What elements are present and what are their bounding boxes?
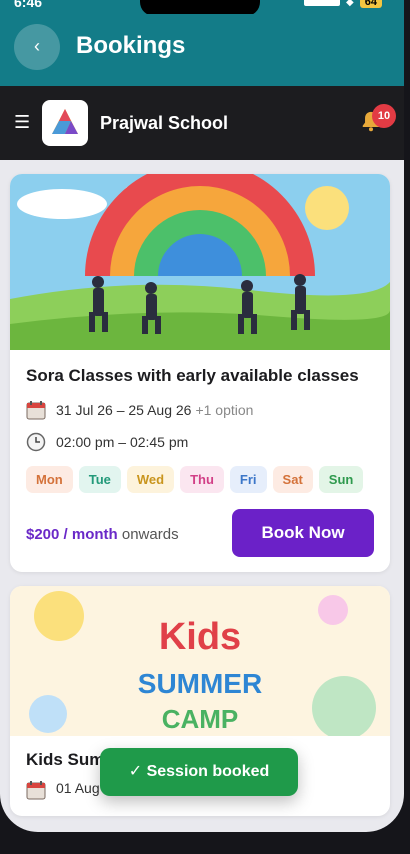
day-chip-wed: Wed [126,466,175,493]
menu-icon[interactable]: ☰ [14,113,30,131]
class-title: Sora Classes with early available classe… [26,366,359,385]
back-button[interactable]: ‹ [14,24,60,70]
rainbow-banner-image [10,174,390,350]
app-screen: 6:46 ◆ 64 ‹ Bookings ☰ Prajwal School 10… [0,0,404,832]
date-range: 01 Aug [56,780,100,796]
prism-logo-icon [52,109,78,134]
banner-summer-text: SUMMER [137,668,263,699]
day-chip-fri: Fri [229,466,267,493]
status-bar: 6:46 ◆ 64 [0,0,404,16]
school-bar: ☰ Prajwal School 10 [0,86,404,160]
summer-camp-banner-image: Kids SUMMER CAMP [10,586,390,736]
wifi-icon: ◆ [346,0,354,8]
top-app-bar: ‹ Bookings [0,14,404,86]
day-chip-sat: Sat [272,466,313,493]
booking-card[interactable]: Sora Classes with early available classe… [10,174,390,572]
signal-icon [304,0,341,6]
status-icons: ◆ 64 [304,0,382,8]
time-row: 02:00 pm – 02:45 pm [26,432,188,452]
price-text: $200 / month onwards [26,526,179,543]
banner-camp-text: CAMP [161,704,239,734]
price-amount: $200 / month [26,526,118,543]
school-logo[interactable] [42,100,88,146]
page-title: Bookings [76,32,186,59]
price-suffix: onwards [117,526,179,543]
day-chip-thu: Thu [180,466,224,493]
date-range: 31 Jul 26 – 25 Aug 26 [56,402,192,418]
day-chip-mon: Mon [26,466,73,493]
bookings-list: Sora Classes with early available classe… [0,160,404,832]
day-chip-sun: Sun [318,466,364,493]
clock-icon [26,432,46,452]
session-booked-toast: ✓ Session booked [100,748,298,796]
chevron-left-icon: ‹ [34,36,40,56]
banner-kids-text: Kids [158,616,242,658]
battery-icon: 64 [359,0,382,8]
day-chip-tue: Tue [78,466,121,493]
status-time: 6:46 [14,0,43,10]
phone-frame: 6:46 ◆ 64 ‹ Bookings ☰ Prajwal School 10… [0,0,404,832]
calendar-icon [26,401,46,420]
time-range: 02:00 pm – 02:45 pm [56,434,189,450]
book-now-button[interactable]: Book Now [232,509,374,557]
calendar-icon [26,781,46,800]
school-name: Prajwal School [100,113,229,133]
date-row: 01 Aug [26,780,100,800]
notification-badge: 10 [372,104,396,128]
more-options-link[interactable]: +1 option [195,402,253,418]
weekday-chips: Mon Tue Wed Thu Fri Sat Sun [26,466,364,493]
date-row: 31 Jul 26 – 25 Aug 26 +1 option [26,400,253,420]
class-title: Kids Sum [26,750,105,769]
